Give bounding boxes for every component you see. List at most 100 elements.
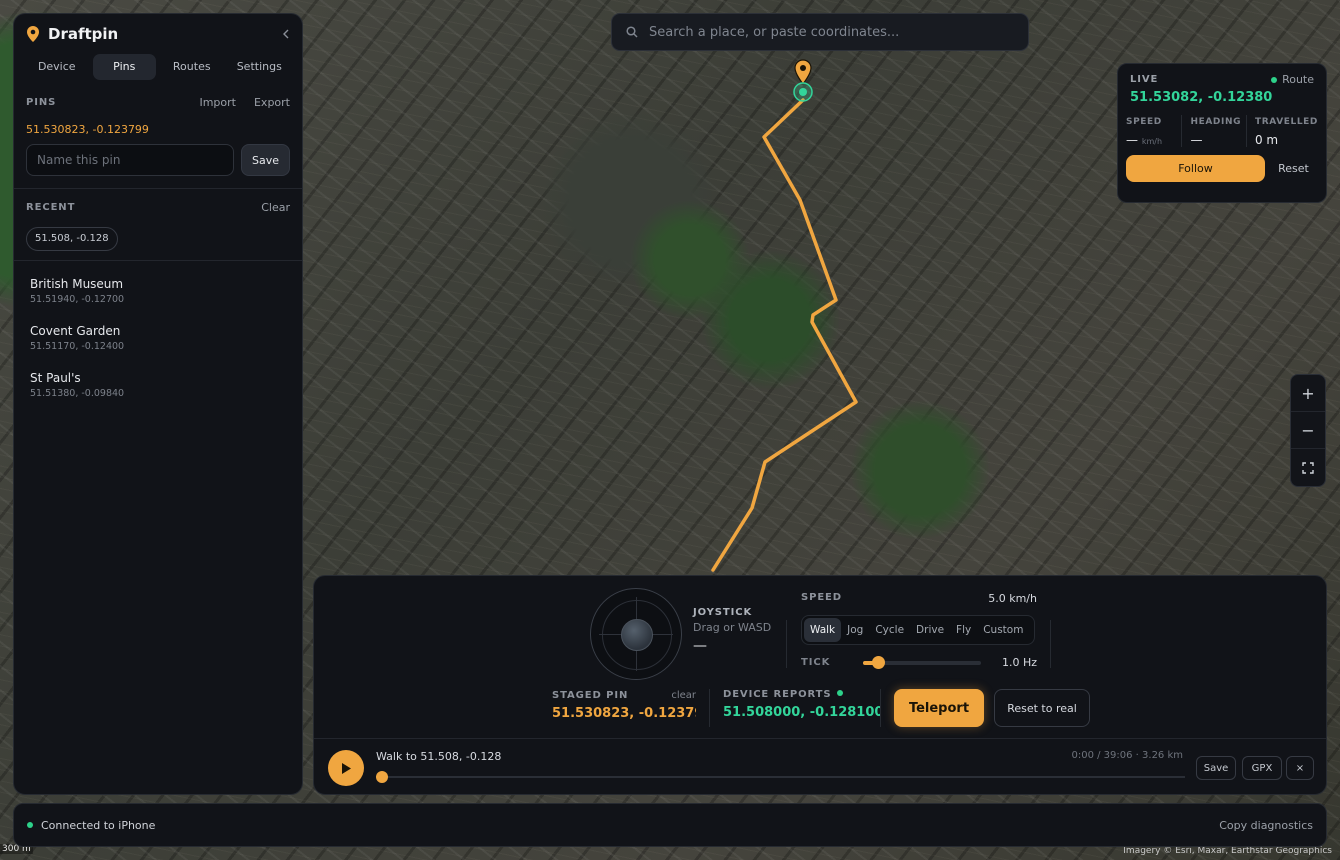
tick-label: TICK: [801, 657, 831, 668]
tab-settings[interactable]: Settings: [228, 54, 292, 80]
fullscreen-icon: [1302, 461, 1314, 474]
speed-mode-custom[interactable]: Custom: [977, 618, 1029, 642]
tick-slider[interactable]: [863, 655, 981, 669]
speed-mode-selector: Walk Jog Cycle Drive Fly Custom: [801, 615, 1035, 645]
app-title: Draftpin: [48, 25, 119, 43]
save-route-button[interactable]: Save: [1196, 756, 1236, 780]
tab-routes[interactable]: Routes: [160, 54, 224, 80]
collapse-sidebar-button[interactable]: [282, 25, 290, 43]
tab-pins[interactable]: Pins: [92, 54, 156, 80]
export-button[interactable]: Export: [254, 96, 290, 109]
divider: [709, 689, 710, 727]
control-panel: JOYSTICK Drag or WASD — SPEED 5.0 km/h W…: [313, 575, 1327, 795]
copy-diagnostics-button[interactable]: Copy diagnostics: [1219, 819, 1313, 832]
divider: [314, 738, 1326, 739]
heading-stat-label: HEADING: [1190, 117, 1242, 127]
route-meta: 0:00 / 39:06 · 3.26 km: [1071, 750, 1183, 761]
status-dot-icon: [1271, 76, 1278, 83]
saved-pin-st-pauls[interactable]: St Paul's 51.51380, -0.09840: [14, 365, 302, 412]
route-title: Walk to 51.508, -0.128: [376, 750, 502, 763]
saved-pin-name: Covent Garden: [30, 324, 121, 338]
route-progress-bar[interactable]: [376, 771, 1185, 783]
joystick-value: —: [693, 638, 707, 654]
live-coords: 51.53082, -0.12380: [1130, 90, 1273, 105]
staged-pin: STAGED PIN clear 51.530823, -0.123799: [552, 690, 696, 721]
live-label: LIVE: [1130, 74, 1159, 85]
play-icon: [342, 762, 351, 774]
map-attribution: Imagery © Esri, Maxar, Earthstar Geograp…: [1123, 846, 1332, 856]
status-dot-icon: [837, 690, 844, 696]
device-reports-coords: 51.508000, -0.128100: [723, 705, 881, 720]
speed-mode-jog[interactable]: Jog: [841, 618, 869, 642]
reset-to-real-button[interactable]: Reset to real: [994, 689, 1090, 727]
speed-stat-value: —: [1126, 133, 1138, 147]
fullscreen-button[interactable]: [1291, 449, 1325, 486]
joystick-knob[interactable]: [621, 619, 653, 651]
speed-stat: SPEED — km/h: [1124, 115, 1183, 147]
clear-recent-button[interactable]: Clear: [261, 201, 290, 214]
teleport-button[interactable]: Teleport: [894, 689, 984, 727]
search-input[interactable]: [649, 24, 989, 40]
saved-pin-name: British Museum: [30, 277, 124, 291]
save-pin-button[interactable]: Save: [240, 144, 290, 176]
sidebar: Draftpin Device Pins Routes Settings PIN…: [13, 13, 303, 795]
sidebar-tabs: Device Pins Routes Settings: [25, 54, 291, 80]
clear-staged-button[interactable]: clear: [671, 690, 696, 701]
heading-stat: HEADING —: [1182, 115, 1247, 147]
travelled-stat-value: 0 m: [1254, 133, 1279, 147]
speed-mode-drive[interactable]: Drive: [910, 618, 950, 642]
saved-pin-name: St Paul's: [30, 371, 81, 385]
connection-status: Connected to iPhone: [41, 818, 156, 832]
close-route-button[interactable]: ×: [1286, 756, 1314, 780]
joystick-label: JOYSTICK: [693, 607, 753, 618]
recent-section-label: RECENT: [26, 202, 76, 213]
live-panel: LIVE Route 51.53082, -0.12380 SPEED — km…: [1117, 63, 1327, 203]
divider: [880, 689, 881, 727]
play-button[interactable]: [328, 750, 364, 786]
search-icon: [626, 26, 638, 38]
route-status: Route: [1271, 73, 1314, 86]
route-progress-thumb[interactable]: [376, 771, 388, 783]
speed-value: 5.0 km/h: [988, 592, 1037, 605]
speed-label: SPEED: [801, 592, 842, 603]
route-status-label: Route: [1282, 73, 1314, 86]
travelled-stat: TRAVELLED 0 m: [1247, 115, 1320, 147]
divider: [1050, 620, 1051, 668]
saved-pin-covent-garden[interactable]: Covent Garden 51.51170, -0.12400: [14, 318, 302, 365]
map-zoom-controls: + −: [1290, 374, 1326, 487]
speed-mode-walk[interactable]: Walk: [804, 618, 842, 642]
divider: [786, 620, 787, 668]
chevron-left-icon: [283, 29, 289, 39]
pin-name-input[interactable]: [26, 144, 234, 176]
follow-button[interactable]: Follow: [1126, 155, 1265, 182]
live-location-icon: [793, 82, 813, 106]
gpx-export-button[interactable]: GPX: [1242, 756, 1282, 780]
joystick[interactable]: [590, 588, 682, 680]
map-pin-logo-icon: [27, 26, 39, 42]
tab-device[interactable]: Device: [25, 54, 89, 80]
saved-pins-list: British Museum 51.51940, -0.12700 Covent…: [14, 271, 302, 412]
zoom-out-button[interactable]: −: [1291, 412, 1325, 449]
speed-stat-label: SPEED: [1126, 117, 1162, 127]
speed-mode-cycle[interactable]: Cycle: [869, 618, 910, 642]
staged-pin-coords: 51.530823, -0.123799: [552, 706, 696, 721]
speed-mode-fly[interactable]: Fly: [950, 618, 977, 642]
heading-stat-value: —: [1190, 133, 1203, 147]
tick-value: 1.0 Hz: [1001, 656, 1037, 669]
connection-status-icon: [27, 822, 33, 828]
staged-pin-label: STAGED PIN: [552, 690, 629, 701]
import-button[interactable]: Import: [199, 96, 236, 109]
divider: [14, 188, 302, 189]
device-reports: DEVICE REPORTS 51.508000, -0.128100: [723, 689, 881, 720]
tick-slider-thumb[interactable]: [872, 655, 886, 669]
recent-chip[interactable]: 51.508, -0.128: [26, 227, 118, 251]
saved-pin-british-museum[interactable]: British Museum 51.51940, -0.12700: [14, 271, 302, 318]
device-reports-label: DEVICE REPORTS: [723, 689, 832, 700]
reset-button[interactable]: Reset: [1269, 162, 1318, 175]
divider: [14, 260, 302, 261]
speed-stat-unit: km/h: [1141, 137, 1163, 146]
current-pin-coords: 51.530823, -0.123799: [26, 123, 149, 136]
travelled-stat-label: TRAVELLED: [1254, 117, 1318, 127]
saved-pin-coords: 51.51170, -0.12400: [30, 341, 125, 352]
zoom-in-button[interactable]: +: [1291, 375, 1325, 412]
